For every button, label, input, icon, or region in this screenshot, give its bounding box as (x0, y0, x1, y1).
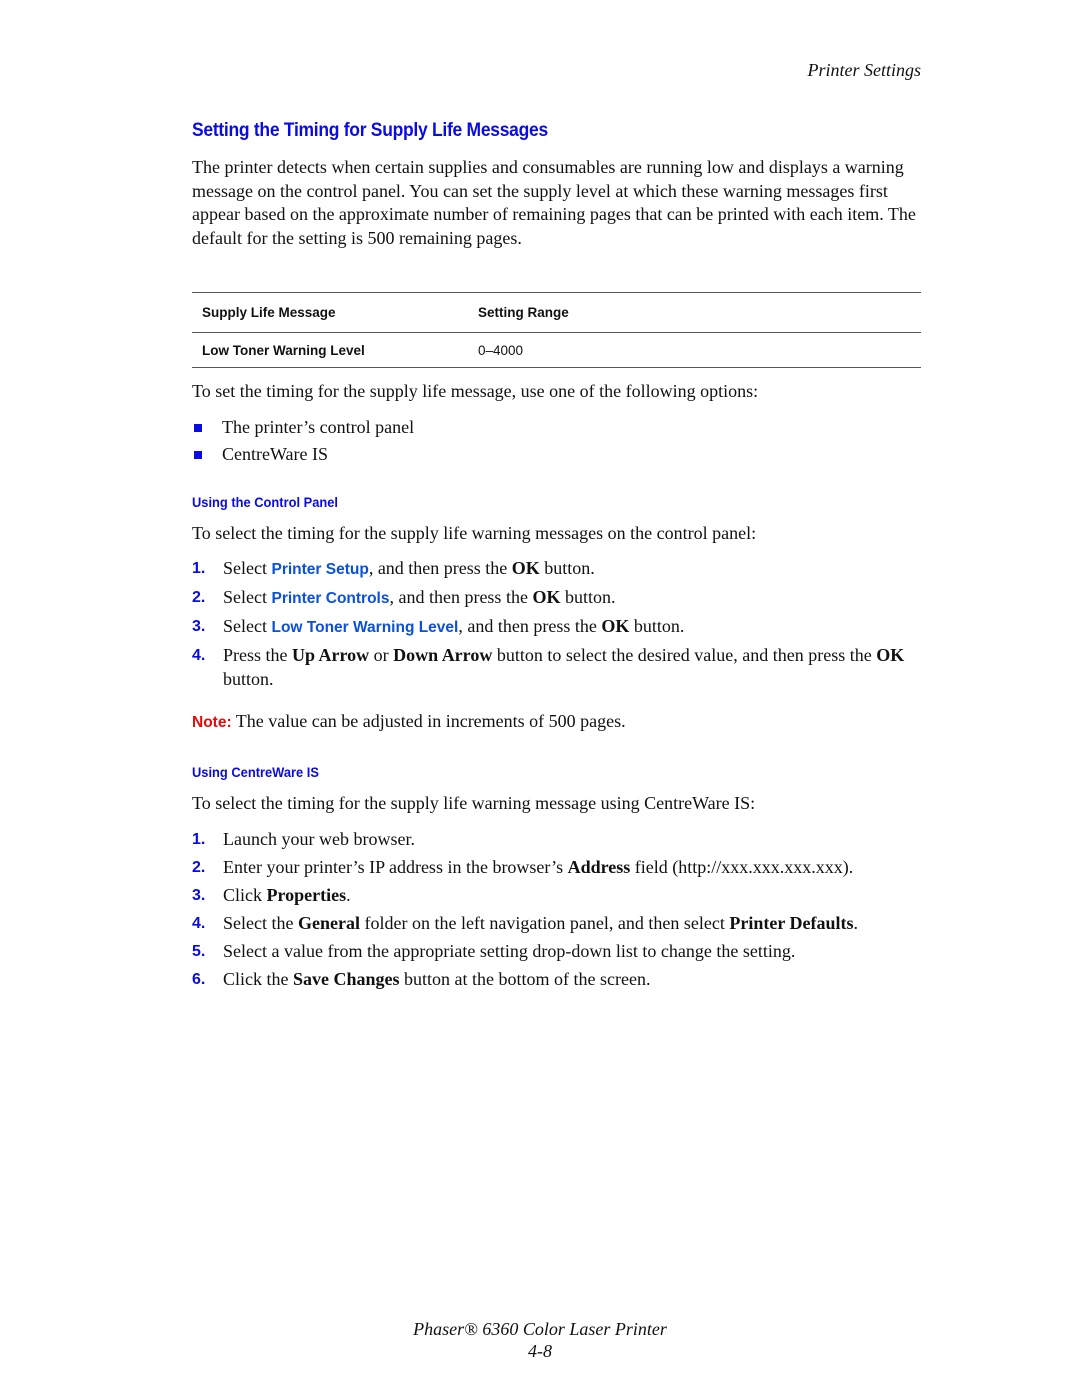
note-label: Note: (192, 714, 232, 731)
step-item: 4. Select the General folder on the left… (192, 912, 921, 936)
step-item: 2. Select Printer Controls, and then pre… (192, 586, 921, 611)
step-text: button. (629, 616, 685, 636)
table-header-cell: Supply Life Message (202, 305, 336, 320)
control-panel-intro: To select the timing for the supply life… (192, 523, 757, 543)
subheading-centreware: Using CentreWare IS (192, 764, 319, 780)
step-item: 4. Press the Up Arrow or Down Arrow butt… (192, 644, 921, 691)
step-item: 2. Enter your printer’s IP address in th… (192, 856, 921, 880)
step-number: 6. (192, 971, 206, 988)
step-text: , and then press the (458, 616, 602, 636)
subheading-control-panel: Using the Control Panel (192, 494, 338, 510)
bold-term: OK (601, 616, 630, 636)
bold-term: OK (876, 645, 905, 665)
step-number: 3. (192, 618, 206, 635)
options-list: The printer’s control panel CentreWare I… (192, 414, 414, 468)
control-panel-steps: 1. Select Printer Setup, and then press … (192, 557, 921, 696)
note-text: The value can be adjusted in increments … (231, 711, 626, 731)
bullet-square-icon (194, 423, 202, 432)
menu-term: Printer Controls (271, 590, 390, 607)
step-item: 1. Select Printer Setup, and then press … (192, 557, 921, 582)
step-text: Select the (223, 913, 298, 933)
footer-product: Phaser® 6360 Color Laser Printer (413, 1319, 667, 1339)
bold-term: OK (511, 558, 540, 578)
intro-paragraph: The printer detects when certain supplie… (192, 157, 916, 248)
step-text: folder on the left navigation panel, and… (359, 913, 730, 933)
bold-term: Down Arrow (393, 645, 493, 665)
step-item: 3. Click Properties. (192, 884, 921, 908)
section-title: Setting the Timing for Supply Life Messa… (192, 120, 548, 141)
step-number: 4. (192, 915, 206, 932)
step-number: 3. (192, 887, 206, 904)
bold-term: Save Changes (293, 969, 400, 989)
step-text: , and then press the (389, 587, 533, 607)
page-footer: Phaser® 6360 Color Laser Printer 4-8 (0, 1318, 1080, 1362)
step-number: 4. (192, 647, 206, 664)
table-row: Low Toner Warning Level 0–4000 (192, 332, 921, 368)
table-header-row: Supply Life Message Setting Range (192, 292, 921, 332)
step-text: Click (223, 885, 267, 905)
table-header-cell: Setting Range (478, 305, 569, 320)
bold-term: Up Arrow (292, 645, 370, 665)
bold-term: Properties (266, 885, 347, 905)
step-number: 2. (192, 859, 206, 876)
step-text: . (346, 885, 351, 905)
bullet-square-icon (194, 450, 202, 459)
note: Note: The value can be adjusted in incre… (192, 710, 626, 735)
step-text: Select (223, 558, 272, 578)
bold-term: General (297, 913, 360, 933)
bold-term: OK (532, 587, 561, 607)
step-number: 5. (192, 943, 206, 960)
step-number: 2. (192, 589, 206, 606)
list-item-text: CentreWare IS (222, 443, 329, 464)
step-text: or (369, 645, 394, 665)
step-text: button. (560, 587, 616, 607)
centreware-steps: 1. Launch your web browser. 2. Enter you… (192, 828, 921, 996)
bold-term: Printer Defaults (729, 913, 854, 933)
step-text: Press the (223, 645, 292, 665)
supply-life-table: Supply Life Message Setting Range Low To… (192, 292, 921, 368)
list-item-text: The printer’s control panel (222, 416, 415, 437)
step-number: 1. (192, 831, 206, 848)
step-text: button at the bottom of the screen. (399, 969, 651, 989)
step-text: Click the (223, 969, 293, 989)
footer-page-number: 4-8 (528, 1341, 552, 1361)
step-item: 1. Launch your web browser. (192, 828, 921, 852)
running-header: Printer Settings (807, 60, 922, 80)
list-item: CentreWare IS (192, 441, 414, 468)
table-cell: Low Toner Warning Level (202, 342, 365, 358)
step-text: field (http://xxx.xxx.xxx.xxx). (630, 857, 854, 877)
step-text: Enter your printer’s IP address in the b… (223, 857, 568, 877)
step-item: 6. Click the Save Changes button at the … (192, 968, 921, 992)
centreware-intro: To select the timing for the supply life… (192, 793, 756, 813)
step-text: Select (223, 616, 272, 636)
step-number: 1. (192, 560, 206, 577)
menu-term: Printer Setup (271, 561, 369, 578)
menu-term: Low Toner Warning Level (271, 619, 459, 636)
step-text: , and then press the (368, 558, 512, 578)
step-text: Select (223, 587, 272, 607)
list-item: The printer’s control panel (192, 414, 414, 441)
bold-term: Address (567, 857, 631, 877)
step-text: Select a value from the appropriate sett… (223, 941, 796, 961)
step-text: Launch your web browser. (223, 829, 415, 849)
step-text: button. (223, 668, 274, 689)
step-text: button. (539, 558, 595, 578)
step-item: 3. Select Low Toner Warning Level, and t… (192, 615, 921, 640)
table-cell: 0–4000 (478, 342, 524, 358)
options-intro: To set the timing for the supply life me… (192, 381, 759, 401)
step-text: button to select the desired value, and … (492, 645, 877, 665)
step-text: . (853, 913, 858, 933)
step-item: 5. Select a value from the appropriate s… (192, 940, 921, 964)
